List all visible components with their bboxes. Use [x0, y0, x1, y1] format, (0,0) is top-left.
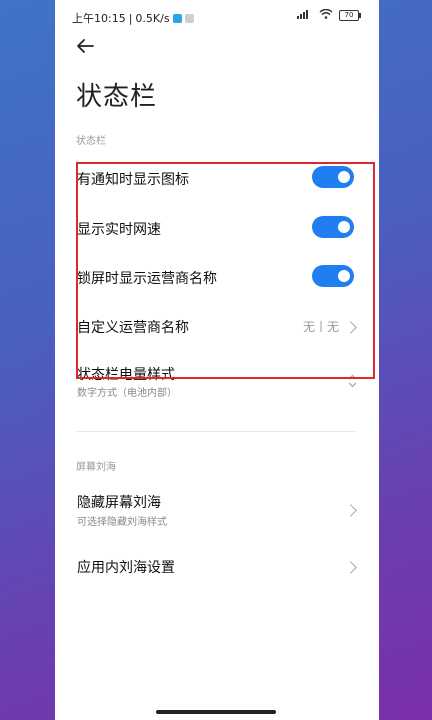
setting-label: 锁屏时显示运营商名称	[77, 271, 217, 287]
setting-label: 自定义运营商名称	[77, 320, 189, 336]
page-title: 状态栏	[76, 82, 158, 112]
home-indicator[interactable]	[156, 710, 276, 714]
toggle-knob	[338, 270, 350, 282]
toggle-knob	[338, 221, 350, 233]
section-header-status-bar: 状态栏	[76, 136, 106, 147]
status-separator: |	[128, 11, 133, 25]
setting-row-notification-icons[interactable]: 有通知时显示图标	[55, 164, 379, 192]
battery-icon: 70	[339, 10, 361, 21]
setting-sublabel: 可选择隐藏刘海样式	[77, 517, 167, 528]
network-speed-toggle[interactable]	[312, 216, 354, 238]
signal-icon	[297, 9, 313, 22]
status-time: 上午10:15	[72, 12, 126, 25]
chevron-right-icon	[344, 561, 357, 574]
status-bar-right: 70	[297, 8, 361, 22]
chevron-right-icon	[344, 504, 357, 517]
setting-row-hide-notch[interactable]: 隐藏屏幕刘海 可选择隐藏刘海样式	[55, 490, 379, 532]
status-bar-left: 上午10:15 | 0.5K/s	[72, 10, 194, 26]
section-divider	[77, 431, 355, 432]
setting-row-battery-style[interactable]: 状态栏电量样式 数字方式（电池内部）	[55, 362, 379, 402]
section-header-notch: 屏幕刘海	[76, 462, 116, 473]
toggle-knob	[338, 171, 350, 183]
setting-row-in-app-notch[interactable]: 应用内刘海设置	[55, 554, 379, 582]
setting-value: 无丨无	[302, 320, 339, 334]
wifi-icon	[319, 8, 333, 22]
back-arrow-icon[interactable]	[75, 36, 99, 60]
chevron-right-icon	[344, 321, 357, 334]
setting-label: 隐藏屏幕刘海	[77, 495, 161, 511]
notification-icons-toggle[interactable]	[312, 166, 354, 188]
status-net-speed: 0.5K/s	[135, 11, 170, 25]
app-notification-icon	[172, 13, 182, 23]
setting-label: 应用内刘海设置	[77, 560, 175, 576]
lockscreen-carrier-toggle[interactable]	[312, 265, 354, 287]
settings-screen: 上午10:15 | 0.5K/s 70 状态栏 状态栏 有通知时显示图标 显示实…	[55, 0, 379, 720]
setting-label: 显示实时网速	[77, 222, 161, 238]
setting-row-lockscreen-carrier[interactable]: 锁屏时显示运营商名称	[55, 263, 379, 291]
app-notification-icon-2	[184, 13, 194, 23]
setting-label: 状态栏电量样式	[77, 367, 175, 383]
setting-row-custom-carrier[interactable]: 自定义运营商名称 无丨无	[55, 312, 379, 340]
chevron-up-down-icon	[348, 374, 357, 390]
setting-sublabel: 数字方式（电池内部）	[77, 388, 177, 399]
setting-row-network-speed[interactable]: 显示实时网速	[55, 214, 379, 242]
setting-label: 有通知时显示图标	[77, 172, 189, 188]
status-bar: 上午10:15 | 0.5K/s 70	[55, 0, 379, 34]
